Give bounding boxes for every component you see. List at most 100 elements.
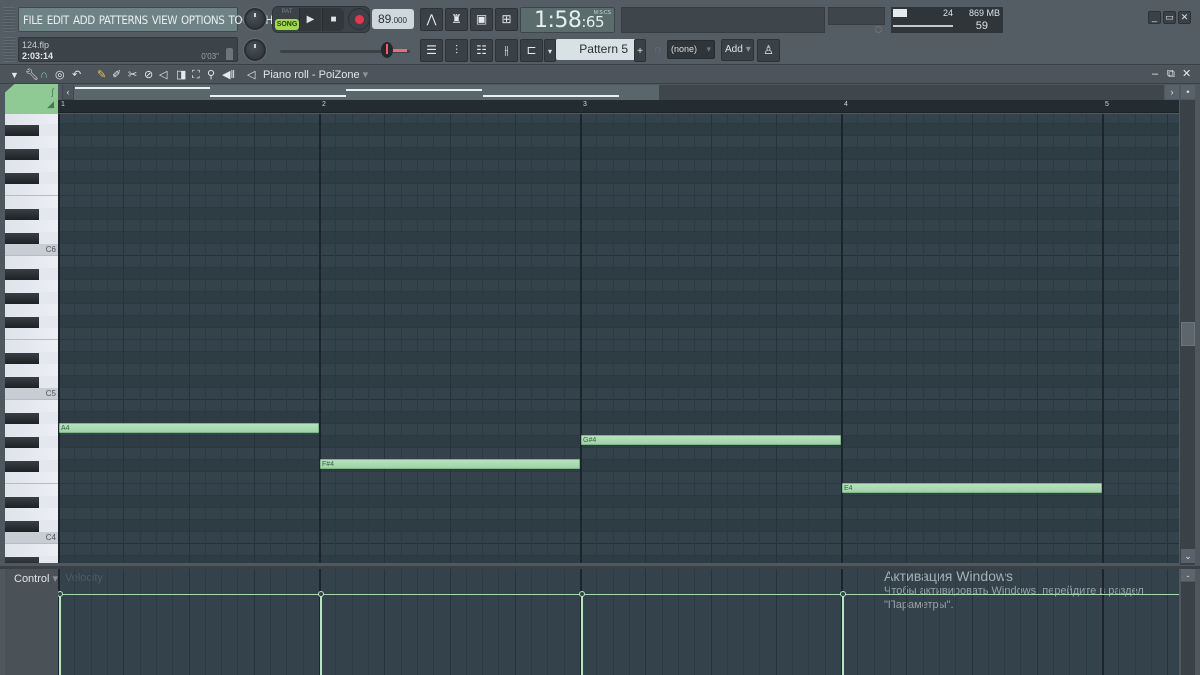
black-key[interactable] [5,209,39,220]
white-key[interactable] [5,340,58,352]
select-icon[interactable]: ◨ [176,68,186,82]
white-key[interactable] [5,544,58,556]
white-key[interactable] [5,304,58,316]
white-key[interactable] [5,484,58,496]
piano-keyboard[interactable]: C6 C5 C4 [5,114,58,563]
scroll-left-button[interactable]: ‹ [63,85,73,99]
black-key[interactable] [5,269,39,280]
scroll-down-button[interactable]: ⌄ [1181,549,1195,563]
black-key[interactable] [5,317,39,328]
online-button[interactable]: ♙ [757,39,780,62]
note-properties-tab[interactable]: ∫ ◢ [5,84,58,114]
volume-slider-handle[interactable] [380,42,393,58]
play-button[interactable]: ▶ [299,8,321,31]
pattern-selector[interactable]: Pattern 5 [556,39,636,60]
white-key[interactable] [5,160,58,172]
white-key[interactable] [5,256,58,268]
song-mode-label[interactable]: SONG [275,19,299,30]
undo-icon[interactable]: ↶ [72,68,81,82]
menu-file[interactable]: FILE [23,13,43,27]
menu-view[interactable]: VIEW [152,13,178,27]
white-key[interactable] [5,114,58,124]
channel-selector[interactable]: (none) ▾ [667,40,715,59]
velocity-bar[interactable] [320,594,322,675]
white-key[interactable] [5,196,58,208]
save-button[interactable]: ▣ [470,8,493,31]
vertical-scroll-thumb[interactable] [1181,322,1195,346]
velocity-handle[interactable] [58,591,63,597]
wrench-icon[interactable]: 🔧︎ [25,68,39,82]
add-pattern-button[interactable]: + [634,39,646,62]
master-pitch-knob[interactable] [244,39,266,61]
white-key[interactable] [5,448,58,460]
minimize-button[interactable]: _ [1148,11,1161,24]
close-icon[interactable]: ✕ [1182,67,1191,81]
snap-button[interactable]: ⋀ [420,8,443,31]
stop-button[interactable]: ■ [322,8,344,31]
white-key[interactable] [5,220,58,232]
speaker-icon[interactable]: ◁ [247,68,255,82]
piano-roll-title[interactable]: Piano roll - PoiZone ▾ [263,68,368,81]
mute-tool-icon[interactable]: ⊘ [144,68,153,82]
black-key[interactable] [5,125,39,136]
detach-icon[interactable]: ⧉ [1167,67,1175,81]
add-button[interactable]: Add ▾ [721,39,754,61]
white-key[interactable] [5,424,58,436]
black-key[interactable] [5,353,39,364]
tempo-display[interactable]: 89.000 [372,9,414,29]
mixer-button[interactable]: ⫲ [495,39,518,62]
channel-rack-button[interactable]: ☷ [470,39,493,62]
power-icon[interactable] [875,26,882,33]
black-key[interactable] [5,461,39,472]
record-loop-icon[interactable]: ◎ [55,68,65,82]
menu-add[interactable]: ADD [73,13,95,27]
minimize-icon[interactable]: – [1152,67,1158,81]
velocity-handle[interactable] [840,591,846,597]
save-as-button[interactable]: ⊞ [495,8,518,31]
note-a4[interactable]: A4 [59,423,319,433]
chevron-down-icon[interactable]: ▼ [10,68,19,82]
piano-roll-button[interactable]: ⫶ [445,39,468,62]
white-key[interactable] [5,136,58,148]
scroll-corner-button[interactable]: • [1181,85,1195,99]
timeline-ruler[interactable]: 1 2 3 4 5 [58,100,1179,113]
playlist-button[interactable]: ☰ [420,39,443,62]
velocity-bar[interactable] [581,594,583,675]
control-scrollbar[interactable] [1181,582,1195,675]
note-e4[interactable]: E4 [842,483,1102,493]
maximize-button[interactable]: ▭ [1163,11,1176,24]
pencil-icon[interactable]: ✎ [97,68,106,82]
white-key[interactable] [5,328,58,340]
menu-patterns[interactable]: PATTERNS [99,13,148,27]
pattern-menu-button[interactable]: ▾ [544,39,556,62]
white-key[interactable] [5,400,58,412]
black-key[interactable] [5,233,39,244]
white-key[interactable] [5,472,58,484]
white-key[interactable] [5,184,58,196]
magnet-icon[interactable]: ∩ [40,68,48,82]
close-button[interactable]: ✕ [1178,11,1191,24]
control-scroll-button[interactable]: - [1181,569,1195,581]
white-key[interactable] [5,364,58,376]
pat-song-toggle[interactable]: PAT SONG [275,9,299,30]
black-key[interactable] [5,521,39,532]
toolbar-grip[interactable] [3,37,15,62]
black-key[interactable] [5,173,39,184]
delete-icon[interactable]: ✂ [128,68,137,82]
zoom-select-icon[interactable]: ⛶ [192,68,200,82]
white-key[interactable] [5,508,58,520]
black-key[interactable] [5,437,39,448]
pat-mode-label[interactable]: PAT [275,9,299,18]
velocity-handle[interactable] [318,591,324,597]
typing-keyboard-button[interactable]: ♜ [445,8,468,31]
playback-icon[interactable]: ◀︎‖ [222,68,235,82]
master-volume-knob[interactable] [244,8,266,30]
slice-icon[interactable]: ◁ [159,68,167,82]
note-fsharp4[interactable]: F#4 [320,459,580,469]
metronome-icon[interactable] [226,48,233,60]
menu-options[interactable]: OPTIONS [181,13,225,27]
velocity-bar[interactable] [59,594,61,675]
black-key[interactable] [5,413,39,424]
black-key[interactable] [5,377,39,388]
record-button[interactable] [348,8,370,30]
